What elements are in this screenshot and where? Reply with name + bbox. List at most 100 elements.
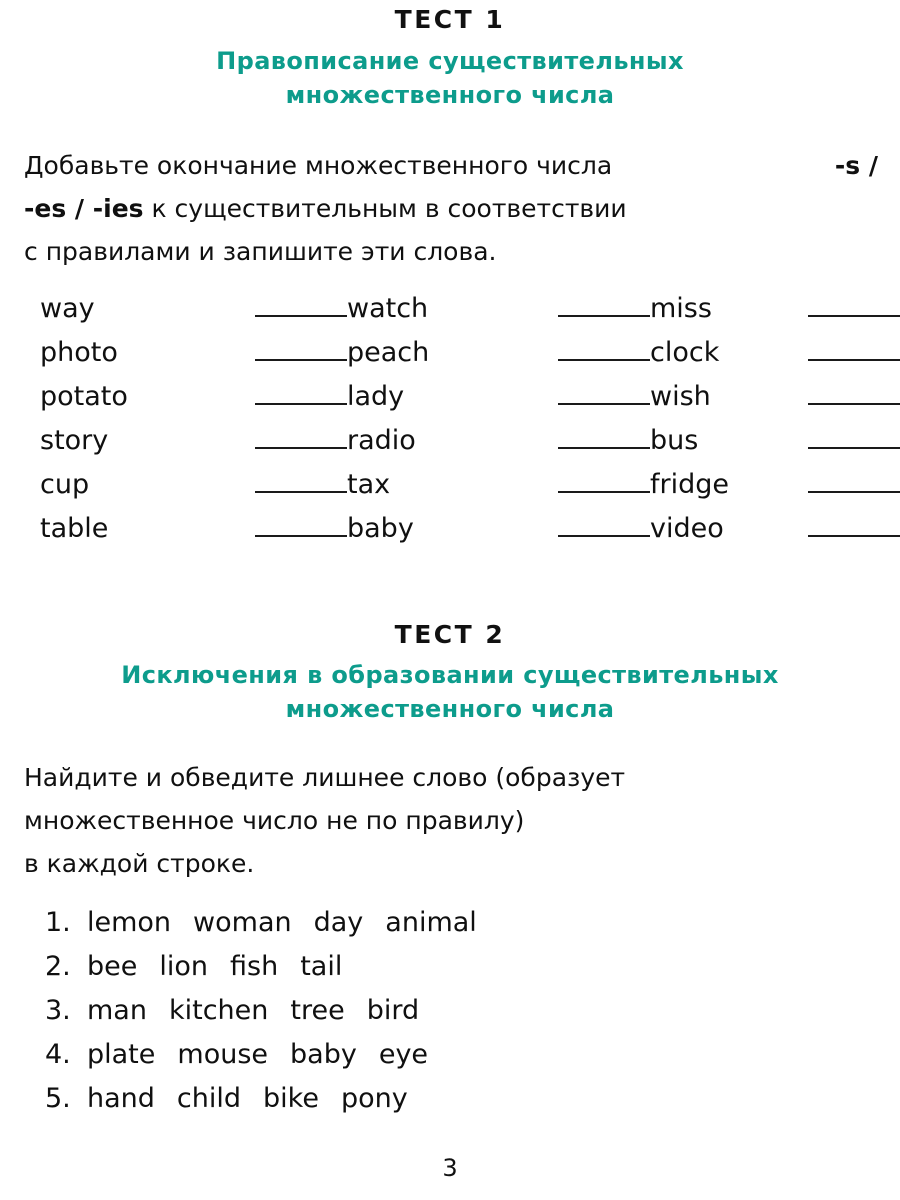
word-label: watch xyxy=(347,292,429,324)
answer-blank[interactable] xyxy=(103,314,348,317)
word-label: radio xyxy=(347,424,416,456)
word-label: photo xyxy=(40,336,118,368)
list-word[interactable]: man xyxy=(87,995,147,1026)
word-row: clock xyxy=(650,339,900,383)
word-label: clock xyxy=(650,336,720,368)
word-row: wish xyxy=(650,383,900,427)
answer-blank[interactable] xyxy=(412,402,650,405)
answer-blank[interactable] xyxy=(719,402,900,405)
word-label: bus xyxy=(650,424,699,456)
word-row: watch xyxy=(347,295,650,339)
answer-blank[interactable] xyxy=(706,446,900,449)
list-item: 3. man kitchen tree bird xyxy=(45,995,900,1039)
word-row: table xyxy=(40,515,347,559)
answer-blank[interactable] xyxy=(436,314,650,317)
list-item: 5. hand child bike pony xyxy=(45,1083,900,1127)
list-word[interactable]: day xyxy=(314,907,364,938)
word-label: cup xyxy=(40,468,90,500)
list-word[interactable]: lemon xyxy=(87,907,171,938)
test-2-instruction: Найдите и обведите лишнее слово (образуе… xyxy=(24,756,780,885)
list-item-words: plate mouse baby eye xyxy=(87,1039,428,1070)
list-word[interactable]: woman xyxy=(193,907,292,938)
instruction-2-line-1-text: Найдите и обведите лишнее слово (образуе… xyxy=(24,763,626,793)
list-item-words: lemon woman day animal xyxy=(87,907,477,938)
answer-blank[interactable] xyxy=(422,534,651,537)
page-number: 3 xyxy=(442,1154,458,1182)
word-label: video xyxy=(650,512,724,544)
answer-blank[interactable] xyxy=(727,358,900,361)
word-label: table xyxy=(40,512,109,544)
answer-blank[interactable] xyxy=(136,402,348,405)
word-row: photo xyxy=(40,336,348,383)
word-label: lady xyxy=(347,380,405,412)
list-word[interactable]: bee xyxy=(87,951,137,982)
list-word[interactable]: bird xyxy=(367,995,419,1026)
word-row: fridge xyxy=(650,471,900,515)
test-1-title-line-1: Правописание существительных xyxy=(216,46,684,75)
word-row: tax xyxy=(347,471,650,515)
answer-blank[interactable] xyxy=(116,446,347,449)
instruction-2-line-2: множественное число не по правилу) xyxy=(24,806,525,836)
list-word[interactable]: eye xyxy=(379,1039,428,1070)
list-word[interactable]: kitchen xyxy=(169,995,268,1026)
worksheet-page: ТЕСТ 1 Правописание существительных множ… xyxy=(0,0,900,1200)
word-column-1: way photo potato story cup table xyxy=(40,292,348,559)
list-word[interactable]: fish xyxy=(230,951,278,982)
answer-blank[interactable] xyxy=(424,446,651,449)
test-2-title-line-2: множественного числа xyxy=(285,695,615,724)
word-column-2: watch peach lady radio tax baby xyxy=(347,295,651,559)
word-column-3: miss clock wish bus fridge video xyxy=(650,295,900,559)
list-word[interactable]: tail xyxy=(300,951,342,982)
answer-blank[interactable] xyxy=(437,358,650,361)
word-label: fridge xyxy=(650,468,729,500)
list-word[interactable]: bike xyxy=(263,1083,319,1114)
word-row: radio xyxy=(347,424,651,471)
list-word[interactable]: mouse xyxy=(177,1039,268,1070)
test-2-title: Исключения в образовании существительных… xyxy=(0,658,900,726)
list-item-words: man kitchen tree bird xyxy=(87,995,419,1026)
list-word[interactable]: plate xyxy=(87,1039,155,1070)
word-label: way xyxy=(40,292,95,324)
word-label: story xyxy=(40,424,109,456)
word-label: miss xyxy=(650,292,712,324)
instruction-line-2: -es / -ies к существительным в соответст… xyxy=(24,187,878,230)
list-word[interactable]: tree xyxy=(290,995,344,1026)
word-label: tax xyxy=(347,468,391,500)
answer-blank[interactable] xyxy=(116,534,347,537)
answer-blank[interactable] xyxy=(126,358,348,361)
list-item-index: 5. xyxy=(45,1083,71,1115)
test-2-word-list: 1. lemon woman day animal 2. bee lion fi… xyxy=(45,907,900,1127)
word-label: baby xyxy=(347,512,414,544)
list-item: 4. plate mouse baby eye xyxy=(45,1039,900,1083)
instruction-suffix-s: -s / xyxy=(834,150,878,180)
answer-blank[interactable] xyxy=(732,534,900,537)
word-row: way xyxy=(40,292,348,339)
list-word[interactable]: pony xyxy=(341,1083,408,1114)
answer-blank[interactable] xyxy=(398,490,650,493)
list-item: 2. bee lion fish tail xyxy=(45,951,900,995)
list-item-index: 2. xyxy=(45,951,71,983)
list-item-index: 1. xyxy=(45,907,71,939)
list-word[interactable]: hand xyxy=(87,1083,155,1114)
list-word[interactable]: animal xyxy=(385,907,477,938)
word-label: potato xyxy=(40,380,128,412)
list-word[interactable]: lion xyxy=(159,951,208,982)
test-1-instruction: Добавьте окончание множественного числа … xyxy=(24,144,878,273)
answer-blank[interactable] xyxy=(737,490,900,493)
instruction-2-line-1: Найдите и обведите лишнее слово (образуе… xyxy=(24,756,780,799)
list-item-words: hand child bike pony xyxy=(87,1083,408,1114)
instruction-2-line-3: в каждой строке. xyxy=(24,849,255,879)
word-row: miss xyxy=(650,295,900,339)
answer-blank[interactable] xyxy=(720,314,900,317)
test-1-section: ТЕСТ 1 Правописание существительных множ… xyxy=(0,0,900,559)
answer-blank[interactable] xyxy=(97,490,347,493)
instruction-line-1-text: Добавьте окончание множественного числа xyxy=(24,150,613,180)
test-1-title: Правописание существительных множественн… xyxy=(0,44,900,112)
list-word[interactable]: child xyxy=(177,1083,241,1114)
test-2-number-heading: ТЕСТ 2 xyxy=(394,619,506,649)
word-label: peach xyxy=(347,336,430,368)
word-row: potato xyxy=(40,380,348,427)
word-row: cup xyxy=(40,471,347,515)
list-word[interactable]: baby xyxy=(290,1039,357,1070)
list-item-words: bee lion fish tail xyxy=(87,951,342,982)
